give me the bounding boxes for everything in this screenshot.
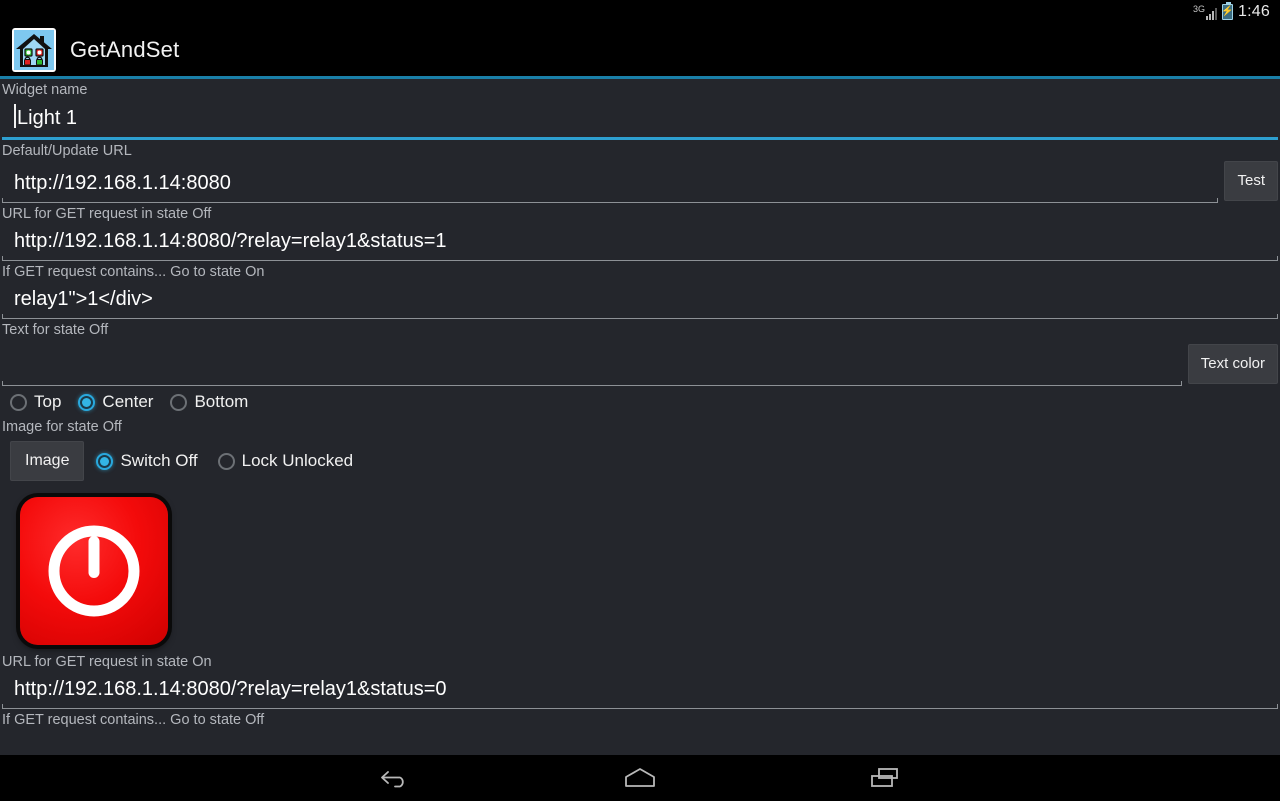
home-icon-glyph	[625, 768, 655, 787]
text-caret	[14, 104, 16, 128]
power-symbol-glyph	[48, 525, 140, 617]
signal-strength-bars	[1206, 7, 1218, 20]
contains-state-on-input[interactable]: relay1">1</div>	[2, 282, 1278, 319]
alignment-option-top[interactable]: Top	[10, 392, 61, 412]
house-app-icon[interactable]	[12, 28, 56, 72]
status-bar: 3G ⚡ 1:46	[0, 0, 1280, 24]
image-button[interactable]: Image	[10, 441, 85, 481]
url-get-state-off-label: URL for GET request in state Off	[2, 206, 212, 222]
alignment-option-top-label: Top	[34, 392, 62, 411]
image-option-switch-off[interactable]: Switch Off	[96, 451, 198, 471]
text-state-off-label: Text for state Off	[2, 322, 109, 338]
image-option-lock-unlocked-label: Lock Unlocked	[241, 451, 354, 470]
image-state-off-row: Image Switch Off Lock Unlocked	[0, 437, 1280, 485]
text-state-off-input[interactable]	[2, 340, 1182, 386]
radio-checked-icon[interactable]	[96, 452, 114, 470]
radio-checked-icon[interactable]	[78, 393, 96, 411]
url-get-state-on-row: http://192.168.1.14:8080/?relay=relay1&s…	[0, 672, 1280, 709]
charging-bolt-icon: ⚡	[1221, 6, 1234, 17]
image-option-switch-off-label: Switch Off	[120, 451, 198, 470]
widget-name-row: Light 1	[0, 100, 1280, 140]
widget-name-label: Widget name	[2, 82, 88, 98]
status-bar-clock: 1:46	[1238, 3, 1270, 20]
battery-charging-icon: ⚡	[1221, 2, 1234, 20]
image-preview-wrap	[0, 485, 1280, 651]
url-get-state-on-input[interactable]: http://192.168.1.14:8080/?relay=relay1&s…	[2, 672, 1278, 709]
alignment-option-bottom-label: Bottom	[194, 392, 249, 411]
widget-name-input[interactable]: Light 1	[2, 100, 1278, 140]
power-button-red-icon[interactable]	[20, 497, 168, 645]
home-icon[interactable]	[610, 758, 670, 798]
signal-bars-icon: 3G	[1193, 4, 1218, 20]
back-icon[interactable]	[365, 758, 425, 798]
network-type-label: 3G	[1193, 4, 1206, 14]
contains-state-off-label: If GET request contains... Go to state O…	[2, 712, 265, 728]
text-color-button[interactable]: Text color	[1187, 344, 1278, 384]
recents-icon-glyph	[871, 768, 898, 787]
widget-name-value: Light 1	[17, 107, 78, 129]
radio-unchecked-icon[interactable]	[170, 393, 188, 411]
default-update-url-label: Default/Update URL	[2, 143, 132, 159]
radio-unchecked-icon[interactable]	[10, 393, 27, 411]
recents-icon[interactable]	[855, 758, 915, 798]
url-get-state-off-input[interactable]: http://192.168.1.14:8080/?relay=relay1&s…	[2, 224, 1278, 261]
alignment-option-bottom[interactable]: Bottom	[170, 392, 248, 412]
text-state-off-row: Text color	[0, 340, 1280, 386]
settings-form: Widget name Light 1 Default/Update URL h…	[0, 79, 1280, 755]
back-icon-glyph	[381, 771, 404, 788]
url-get-state-on-label: URL for GET request in state On	[2, 654, 212, 670]
default-update-url-input[interactable]: http://192.168.1.14:8080	[2, 166, 1219, 203]
app-title: GetAndSet	[70, 37, 180, 62]
alignment-radio-group: Top Center Bottom	[0, 386, 1280, 416]
alignment-option-center[interactable]: Center	[78, 392, 153, 412]
image-option-lock-unlocked[interactable]: Lock Unlocked	[217, 451, 354, 471]
status-bar-right: 3G ⚡ 1:46	[1193, 2, 1270, 21]
alignment-option-center-label: Center	[102, 392, 154, 411]
contains-state-on-row: relay1">1</div>	[0, 282, 1280, 319]
android-screen: 3G ⚡ 1:46 GetAndSet Widget name Light 1 …	[0, 0, 1280, 801]
image-state-off-label: Image for state Off	[2, 419, 122, 435]
action-bar: GetAndSet	[0, 24, 1280, 79]
contains-state-on-label: If GET request contains... Go to state O…	[2, 264, 265, 280]
radio-unchecked-icon[interactable]	[217, 452, 235, 470]
navigation-bar	[0, 755, 1280, 801]
default-update-url-row: http://192.168.1.14:8080 Test	[0, 161, 1280, 203]
test-button[interactable]: Test	[1224, 161, 1278, 201]
house-app-icon-glyph	[14, 30, 54, 70]
url-get-state-off-row: http://192.168.1.14:8080/?relay=relay1&s…	[0, 224, 1280, 261]
